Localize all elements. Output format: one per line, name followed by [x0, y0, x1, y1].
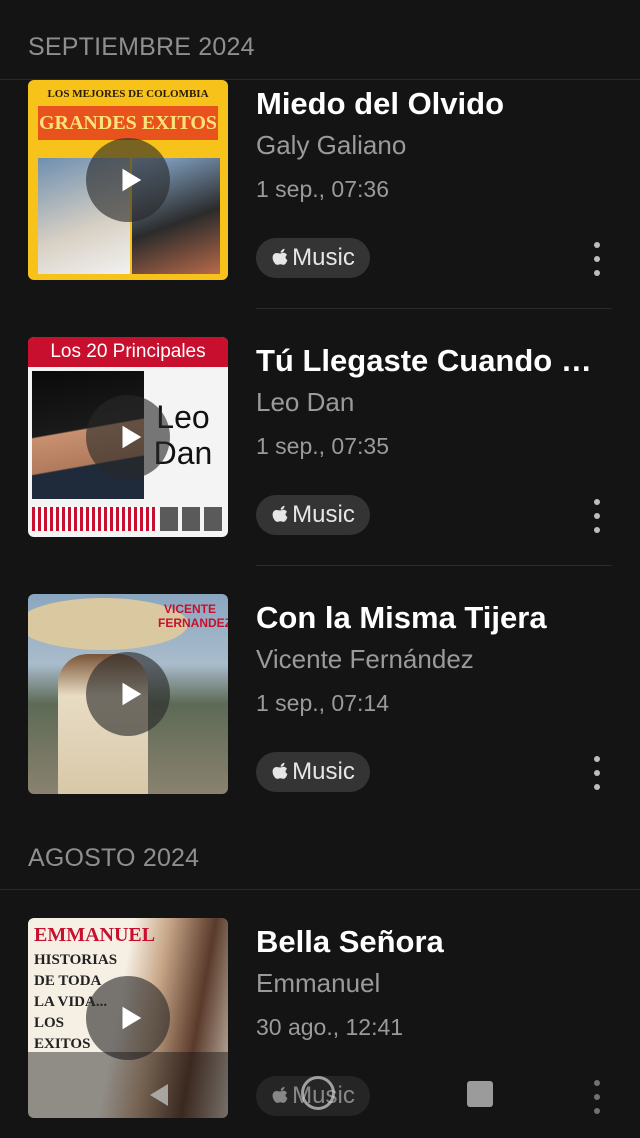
- album-cover[interactable]: LOS MEJORES DE COLOMBIA GRANDES EXITOS: [28, 80, 228, 280]
- row-divider: [256, 565, 612, 566]
- more-options-button[interactable]: [586, 499, 608, 533]
- track-date: 1 sep., 07:14: [256, 690, 389, 716]
- track-artist: Galy Galiano: [256, 130, 407, 160]
- track-title: Tú Llegaste Cuando Me Fui: [256, 343, 616, 378]
- recent-apps-icon[interactable]: [467, 1081, 493, 1107]
- play-button[interactable]: [86, 976, 170, 1060]
- track-date: 1 sep., 07:36: [256, 176, 389, 202]
- cover-top-text: Los 20 Principales: [28, 337, 228, 367]
- album-cover[interactable]: VICENTE FERNANDEZ: [28, 594, 228, 794]
- cover-thumbnails: [160, 507, 222, 531]
- track-title: Bella Señora: [256, 924, 444, 959]
- track-artist: Leo Dan: [256, 387, 355, 417]
- track-date: 1 sep., 07:35: [256, 433, 389, 459]
- apple-music-badge[interactable]: Music: [256, 495, 370, 535]
- apple-music-badge[interactable]: Music: [256, 752, 370, 792]
- play-icon: [122, 168, 142, 192]
- track-artist: Emmanuel: [256, 968, 381, 998]
- row-divider: [256, 308, 612, 309]
- play-icon: [122, 1006, 142, 1030]
- badge-label: Music: [292, 501, 355, 528]
- home-icon[interactable]: [301, 1076, 335, 1110]
- apple-logo-icon: [272, 248, 288, 265]
- track-artist: Vicente Fernández: [256, 644, 474, 674]
- section-header-september: SEPTIEMBRE 2024: [28, 33, 255, 61]
- cover-top-text: LOS MEJORES DE COLOMBIA: [47, 88, 209, 100]
- badge-label: Music: [292, 244, 355, 271]
- cover-top-text: EMMANUEL: [34, 924, 156, 946]
- more-options-button[interactable]: [586, 242, 608, 276]
- play-icon: [122, 682, 142, 706]
- cover-main-text: GRANDES EXITOS: [38, 106, 218, 140]
- track-row[interactable]: VICENTE FERNANDEZ Con la Misma Tijera Vi…: [0, 594, 640, 814]
- play-button[interactable]: [86, 395, 170, 479]
- cover-top-text: VICENTE FERNANDEZ: [158, 602, 228, 630]
- track-title: Con la Misma Tijera: [256, 600, 547, 635]
- track-row[interactable]: LOS MEJORES DE COLOMBIA GRANDES EXITOS M…: [0, 80, 640, 300]
- more-options-button[interactable]: [586, 756, 608, 790]
- album-cover[interactable]: Los 20 Principales Leo Dan: [28, 337, 228, 537]
- cover-barcode-strip: [32, 507, 158, 531]
- section-header-august: AGOSTO 2024: [28, 844, 200, 872]
- badge-label: Music: [292, 758, 355, 785]
- play-button[interactable]: [86, 652, 170, 736]
- apple-music-badge[interactable]: Music: [256, 238, 370, 278]
- apple-logo-icon: [272, 505, 288, 522]
- track-row[interactable]: Los 20 Principales Leo Dan Tú Llegaste C…: [0, 337, 640, 557]
- play-button[interactable]: [86, 138, 170, 222]
- section-divider: [0, 889, 640, 890]
- track-date: 30 ago., 12:41: [256, 1014, 404, 1040]
- track-title: Miedo del Olvido: [256, 86, 505, 121]
- play-icon: [122, 425, 142, 449]
- apple-logo-icon: [272, 762, 288, 779]
- back-icon[interactable]: [146, 1082, 172, 1108]
